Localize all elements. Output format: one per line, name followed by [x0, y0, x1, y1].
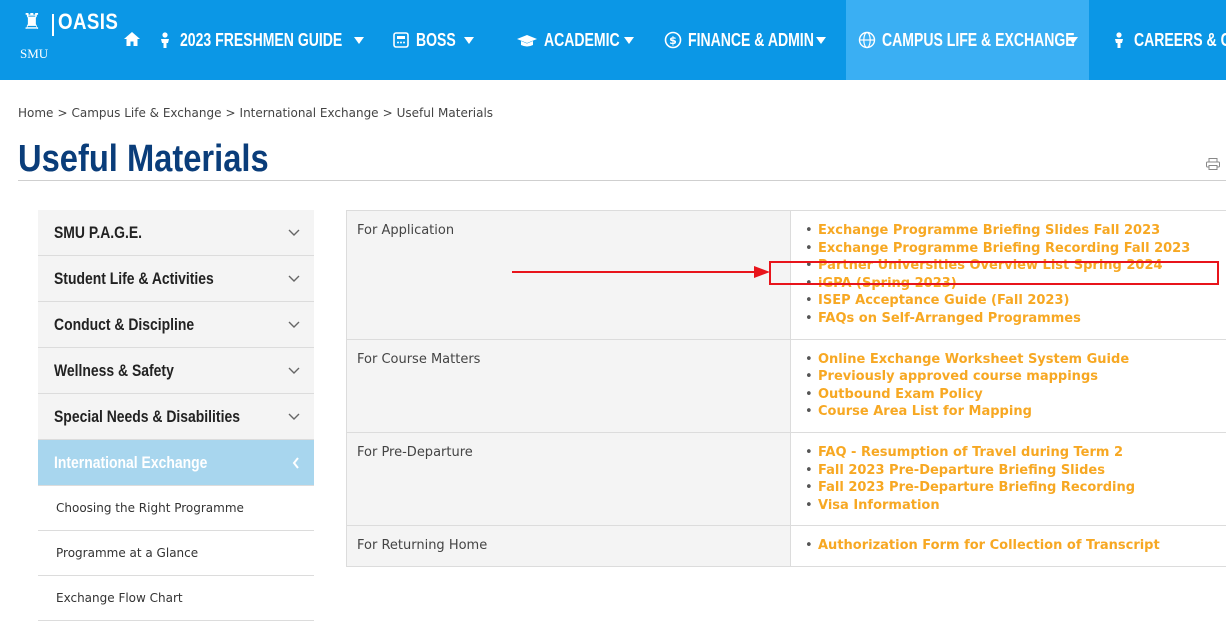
nav-freshmen-guide-label: 2023 FRESHMEN GUIDE: [180, 29, 343, 50]
nav-academic-label: ACADEMIC: [544, 29, 620, 50]
smu-crest-icon: ♜: [22, 10, 42, 35]
sidebar-item-conduct[interactable]: Conduct & Discipline: [38, 302, 314, 348]
chevron-down-icon: [288, 275, 300, 282]
nav-careers-label: CAREERS & COM: [1134, 29, 1226, 50]
chevron-down-icon: [288, 321, 300, 328]
link-briefing-recording-fall-2023[interactable]: Exchange Programme Briefing Recording Fa…: [818, 241, 1190, 256]
person-icon: [1115, 32, 1123, 48]
home-icon[interactable]: [123, 30, 141, 48]
nav-boss[interactable]: BOSS: [392, 0, 474, 80]
nav-finance-admin[interactable]: $ FINANCE & ADMIN: [664, 0, 826, 80]
caret-down-icon: [624, 36, 634, 44]
sidebar-item-label: SMU P.A.G.E.: [54, 222, 143, 242]
nav-freshmen-guide[interactable]: 2023 FRESHMEN GUIDE: [156, 0, 364, 80]
table-row: For Returning Home Authorization Form fo…: [347, 526, 1226, 566]
link-worksheet-system-guide[interactable]: Online Exchange Worksheet System Guide: [818, 352, 1129, 367]
logo-sub: SMU: [20, 46, 49, 61]
breadcrumb-international-exchange[interactable]: International Exchange: [240, 106, 379, 120]
nav-academic[interactable]: ACADEMIC: [516, 0, 634, 80]
graduation-cap-icon: [517, 35, 537, 47]
sidebar-subitem-programme-glance[interactable]: Programme at a Glance: [38, 531, 314, 576]
sidebar-item-label: International Exchange: [54, 452, 208, 472]
table-row: For Pre-Departure FAQ - Resumption of Tr…: [347, 432, 1226, 527]
nav-finance-admin-label: FINANCE & ADMIN: [688, 29, 814, 50]
svg-text:$: $: [669, 34, 677, 47]
annotation-arrow: [512, 266, 770, 278]
chevron-down-icon: [288, 413, 300, 420]
caret-down-icon: [816, 36, 826, 44]
sidebar-item-student-life[interactable]: Student Life & Activities: [38, 256, 314, 302]
title-divider: [18, 180, 1226, 181]
page-title: Useful Materials: [18, 138, 269, 180]
smu-oasis-logo[interactable]: ♜ OASIS SMU: [18, 6, 118, 72]
caret-down-icon: [464, 36, 474, 44]
link-pre-departure-recording[interactable]: Fall 2023 Pre-Departure Briefing Recordi…: [818, 480, 1135, 495]
link-list: Authorization Form for Collection of Tra…: [791, 526, 1226, 566]
link-visa-information[interactable]: Visa Information: [818, 498, 940, 513]
link-course-area-list[interactable]: Course Area List for Mapping: [818, 404, 1032, 419]
top-navigation-bar: ♜ OASIS SMU 2023 FRESHMEN GUIDE BOSS ACA…: [0, 0, 1226, 80]
link-pre-departure-slides[interactable]: Fall 2023 Pre-Departure Briefing Slides: [818, 463, 1105, 478]
link-isep-acceptance-guide[interactable]: ISEP Acceptance Guide (Fall 2023): [818, 293, 1069, 308]
sidebar-item-label: Student Life & Activities: [54, 268, 214, 288]
breadcrumb-home[interactable]: Home: [18, 106, 53, 120]
link-list: FAQ - Resumption of Travel during Term 2…: [791, 432, 1226, 526]
sidebar-item-wellness[interactable]: Wellness & Safety: [38, 348, 314, 394]
table-row: For Course Matters Online Exchange Works…: [347, 339, 1226, 433]
breadcrumb-campus-life[interactable]: Campus Life & Exchange: [72, 106, 222, 120]
nav-careers[interactable]: CAREERS & COM: [1110, 0, 1226, 80]
sidebar-item-smu-page[interactable]: SMU P.A.G.E.: [38, 210, 314, 256]
sidebar-item-special-needs[interactable]: Special Needs & Disabilities: [38, 394, 314, 440]
category-label: For Course Matters: [347, 339, 791, 432]
link-outbound-exam-policy[interactable]: Outbound Exam Policy: [818, 387, 983, 402]
sidebar-item-international-exchange[interactable]: International Exchange: [38, 440, 314, 486]
sidebar-subitem-choosing-programme[interactable]: Choosing the Right Programme: [38, 486, 314, 531]
chevron-left-icon: [292, 456, 299, 469]
logo-name: OASIS: [58, 9, 119, 34]
sidebar-item-label: Conduct & Discipline: [54, 314, 195, 334]
link-approved-course-mappings[interactable]: Previously approved course mappings: [818, 369, 1098, 384]
logo-divider: [52, 14, 54, 36]
chevron-down-icon: [288, 367, 300, 374]
annotation-highlight-box: [769, 261, 1219, 285]
breadcrumb: Home > Campus Life & Exchange > Internationa…: [18, 106, 494, 120]
caret-down-icon: [354, 36, 364, 44]
chevron-down-icon: [288, 229, 300, 236]
sidebar-item-label: Special Needs & Disabilities: [54, 406, 240, 426]
print-icon[interactable]: [1206, 158, 1220, 170]
nav-campus-life-exchange-label: CAMPUS LIFE & EXCHANGE: [882, 29, 1075, 50]
link-faqs-self-arranged[interactable]: FAQs on Self-Arranged Programmes: [818, 311, 1081, 326]
breadcrumb-current: Useful Materials: [396, 106, 494, 120]
link-authorization-form-transcript[interactable]: Authorization Form for Collection of Tra…: [818, 538, 1160, 553]
link-list: Online Exchange Worksheet System Guide P…: [791, 339, 1226, 432]
nav-campus-life-exchange[interactable]: CAMPUS LIFE & EXCHANGE: [846, 0, 1089, 80]
calculator-icon: [393, 32, 409, 48]
nav-boss-label: BOSS: [416, 29, 456, 50]
link-faq-resumption-travel[interactable]: FAQ - Resumption of Travel during Term 2: [818, 445, 1123, 460]
globe-icon: [858, 31, 876, 49]
dollar-circle-icon: $: [664, 31, 682, 49]
sidebar-menu: SMU P.A.G.E. Student Life & Activities C…: [38, 210, 314, 621]
category-label: For Returning Home: [347, 526, 791, 566]
link-briefing-slides-fall-2023[interactable]: Exchange Programme Briefing Slides Fall …: [818, 223, 1160, 238]
category-label: For Pre-Departure: [347, 432, 791, 526]
sidebar-subitem-exchange-flow-chart[interactable]: Exchange Flow Chart: [38, 576, 314, 621]
sidebar-item-label: Wellness & Safety: [54, 360, 174, 380]
person-icon: [161, 32, 169, 48]
